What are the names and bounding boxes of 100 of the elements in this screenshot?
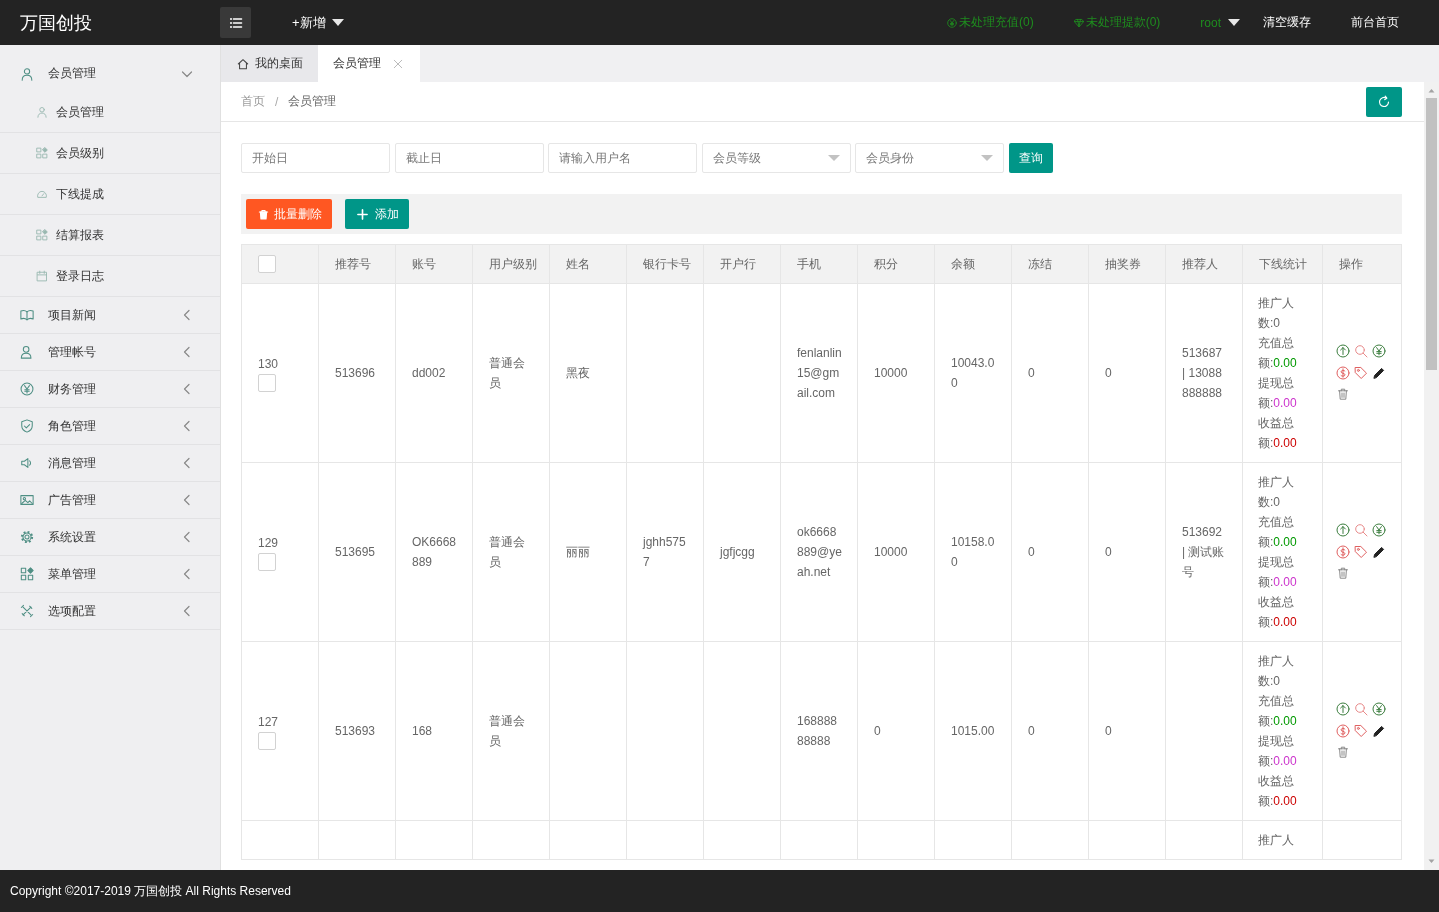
pencil-icon[interactable] [1372, 365, 1386, 380]
sidebar-item[interactable]: 菜单管理 [0, 556, 220, 593]
text-field[interactable]: 请输入用户名 [548, 143, 697, 173]
dollar-circle-icon[interactable] [1336, 723, 1350, 738]
caret-icon [1228, 19, 1240, 26]
column-header: 手机 [780, 244, 858, 284]
arrow-up-circle-icon[interactable] [1336, 344, 1350, 359]
table-cell: 10000 [857, 462, 935, 642]
row-id: 129 [258, 535, 280, 552]
pencil-icon[interactable] [1372, 544, 1386, 559]
yen-circle-icon[interactable] [1372, 344, 1386, 359]
close-icon[interactable] [393, 58, 403, 69]
search-icon[interactable] [1354, 702, 1368, 717]
column-header: 银行卡号 [626, 244, 704, 284]
sidebar-item[interactable]: 广告管理 [0, 482, 220, 519]
stat-line: 提现总额:0.00 [1258, 375, 1298, 412]
caret-icon [331, 19, 344, 26]
trash-icon[interactable] [1336, 745, 1350, 759]
table-cell: 0 [1011, 283, 1089, 463]
tab[interactable]: 会员管理 [318, 45, 420, 82]
menu-icon [228, 15, 243, 30]
stat-line: 收益总额:0.00 [1258, 594, 1298, 631]
image-icon [20, 493, 34, 507]
text-field[interactable]: 开始日 [241, 143, 390, 173]
sidebar-item[interactable]: 角色管理 [0, 408, 220, 445]
yen-circle-icon[interactable] [1372, 523, 1386, 538]
stat-line: 充值总额:0.00 [1258, 335, 1298, 372]
column-header: 账号 [395, 244, 473, 284]
stat-line: 推广人数:0 [1258, 474, 1295, 511]
table-cell: 普通会员 [472, 641, 550, 821]
tab[interactable]: 我的桌面 [221, 45, 318, 82]
plus-icon [357, 208, 368, 220]
add-menu[interactable]: +新增 [292, 13, 344, 32]
trash-icon[interactable] [1336, 387, 1350, 401]
sidebar-item[interactable]: 下线提成 [0, 174, 220, 215]
person-icon [20, 66, 34, 81]
search-button[interactable]: 查询 [1008, 143, 1053, 173]
header-link[interactable]: 清空缓存 [1243, 0, 1331, 45]
arrow-up-circle-icon[interactable] [1336, 523, 1350, 538]
select-field[interactable]: 会员身份 [855, 143, 1004, 173]
yen-circle-icon [946, 17, 957, 28]
speaker-icon [20, 456, 34, 470]
column-header: 推荐人 [1165, 244, 1243, 284]
checkbox[interactable] [258, 374, 276, 392]
refresh-button[interactable] [1366, 86, 1402, 117]
stat-line: 收益总额:0.00 [1258, 773, 1298, 810]
table-cell: 1015.00 [934, 641, 1012, 821]
sidebar-item[interactable]: 结算报表 [0, 215, 220, 256]
table-cell: 0 [1088, 462, 1166, 642]
table-cell: jghh5757 [626, 462, 704, 642]
pencil-icon[interactable] [1372, 723, 1386, 738]
stat-line: 提现总额:0.00 [1258, 733, 1298, 770]
sidebar-item[interactable]: 消息管理 [0, 445, 220, 482]
checkbox[interactable] [258, 553, 276, 571]
caret-icon [981, 155, 993, 161]
logo: 万国创投 [19, 11, 93, 35]
yen-circle-icon[interactable] [1372, 702, 1386, 717]
header-link[interactable]: 前台首页 [1331, 0, 1419, 45]
column-header: 开户行 [703, 244, 781, 284]
table-cell: dd002 [395, 283, 473, 463]
checkbox[interactable] [258, 255, 276, 273]
table-cell: 0 [1088, 283, 1166, 463]
scrollbar[interactable] [1424, 82, 1439, 870]
refresh-icon [1377, 94, 1391, 109]
search-icon[interactable] [1354, 344, 1368, 359]
arrow-up-icon[interactable] [1427, 87, 1436, 94]
arrow-down-icon[interactable] [1427, 858, 1436, 865]
dollar-circle-icon[interactable] [1336, 544, 1350, 559]
home-icon [237, 57, 249, 70]
dollar-circle-icon[interactable] [1336, 365, 1350, 380]
notice-link[interactable]: 未处理提款(0) [1053, 0, 1181, 45]
table-cell: 513693 [318, 641, 396, 821]
add-button[interactable]: 添加 [345, 199, 409, 229]
trash-icon [258, 208, 269, 220]
checkbox[interactable] [258, 732, 276, 750]
table-cell: OK6668889 [395, 462, 473, 642]
sidebar-item[interactable]: 会员级别 [0, 133, 220, 174]
stat-line: 推广人数:0 [1258, 295, 1295, 332]
column-header: 下线统计 [1242, 244, 1323, 284]
arrow-up-circle-icon[interactable] [1336, 702, 1350, 717]
sidebar-item[interactable]: 项目新闻 [0, 297, 220, 334]
user-menu[interactable]: root [1180, 0, 1243, 45]
sidebar-item[interactable]: 系统设置 [0, 519, 220, 556]
sidebar-item[interactable]: 财务管理 [0, 371, 220, 408]
sidebar-item[interactable]: 选项配置 [0, 593, 220, 630]
book-icon [20, 308, 34, 322]
text-field[interactable]: 截止日 [394, 143, 544, 173]
notice-link[interactable]: 未处理充值(0) [926, 0, 1054, 45]
trash-icon[interactable] [1336, 566, 1350, 580]
sidebar-item[interactable]: 会员管理 [0, 55, 220, 92]
select-field[interactable]: 会员等级 [701, 143, 851, 173]
sidebar-item[interactable]: 管理帐号 [0, 334, 220, 371]
sidebar-item[interactable]: 登录日志 [0, 256, 220, 297]
breadcrumb-link[interactable]: 会员管理 [288, 93, 337, 110]
search-icon[interactable] [1354, 523, 1368, 538]
table-cell: 168 [395, 641, 473, 821]
sidebar-item[interactable]: 会员管理 [0, 92, 220, 133]
scrollbar-thumb[interactable] [1426, 98, 1437, 370]
row-id: 127 [258, 714, 280, 731]
menu-button[interactable] [220, 7, 251, 38]
